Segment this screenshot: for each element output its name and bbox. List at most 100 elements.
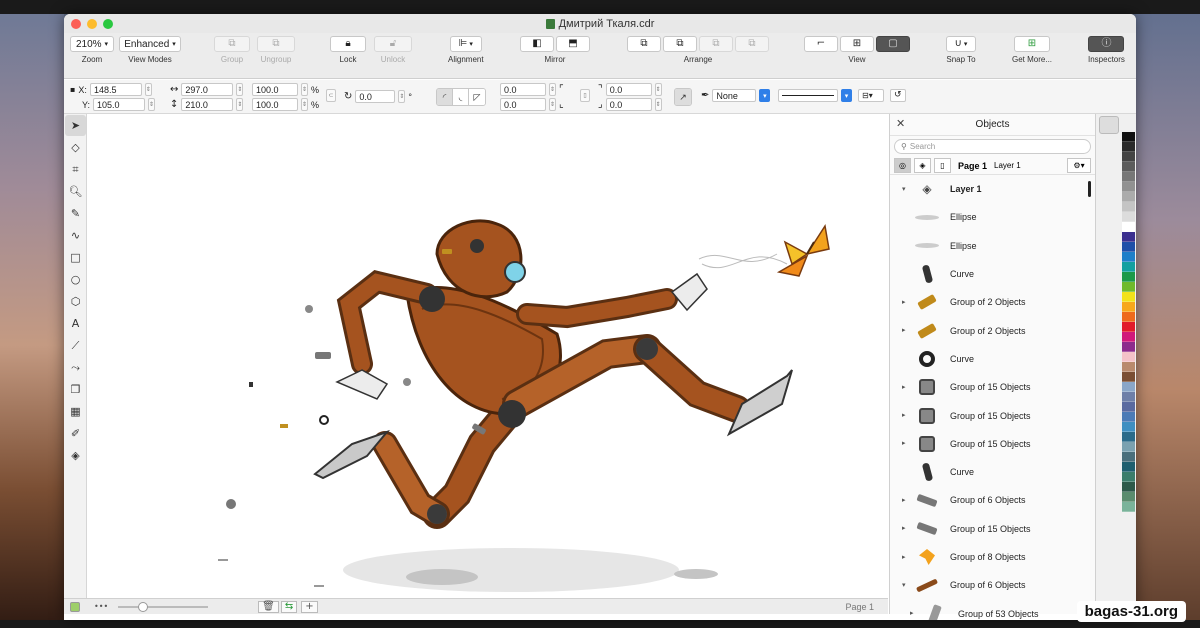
object-row[interactable]: Curve (890, 458, 1095, 486)
object-row[interactable]: Ellipse (890, 232, 1095, 260)
object-row[interactable]: ▸ Group of 15 Objects (890, 515, 1095, 543)
color-swatch[interactable] (1122, 502, 1135, 512)
color-swatch[interactable] (1122, 272, 1135, 282)
add-page-icon[interactable]: + (301, 600, 318, 613)
layer-manager-icon[interactable]: ◈ (914, 158, 931, 173)
object-row[interactable]: ▸ Group of 8 Objects (890, 543, 1095, 571)
color-swatch[interactable] (1122, 292, 1135, 302)
color-swatch[interactable] (1122, 482, 1135, 492)
chamfer-corner-button[interactable]: ◸ (469, 89, 485, 105)
color-swatch[interactable] (1122, 192, 1135, 202)
color-swatch[interactable] (1122, 172, 1135, 182)
width-field[interactable]: 297.0 (181, 83, 234, 96)
corner2-field[interactable]: 0.0 (500, 98, 546, 111)
eyedropper-tool-icon[interactable]: ✐ (65, 423, 86, 444)
palette-layers-button[interactable] (1099, 116, 1119, 134)
disclosure-triangle-icon[interactable]: ▸ (902, 525, 912, 532)
disclosure-triangle-icon[interactable]: ▸ (902, 412, 912, 419)
color-swatch[interactable] (1122, 352, 1135, 362)
lock-ratio-button[interactable]: ⊂ (326, 89, 336, 102)
mirror-vertical-button[interactable]: ⬒ (556, 36, 590, 52)
convert-to-curves-button[interactable]: ↺ (890, 89, 906, 102)
object-row[interactable]: ▾ Group of 6 Objects (890, 571, 1095, 599)
page-icon[interactable]: ▯ (934, 158, 951, 173)
freehand-tool-icon[interactable]: ✎ (65, 203, 86, 224)
color-swatch[interactable] (1122, 222, 1135, 232)
y-field[interactable]: 105.0 (93, 98, 146, 111)
mirror-horizontal-button[interactable]: ◧ (520, 36, 554, 52)
more-icon[interactable]: ••• (94, 602, 108, 611)
color-swatch[interactable] (1122, 252, 1135, 262)
artistic-media-tool-icon[interactable]: ∿ (65, 225, 86, 246)
view-grid-button[interactable]: ⊞ (840, 36, 874, 52)
bring-forward-button[interactable]: ⧉ (663, 36, 697, 52)
scale-w-stepper[interactable]: ⇕ (301, 83, 308, 96)
disclosure-triangle-icon[interactable]: ▸ (902, 496, 912, 504)
color-swatch[interactable] (1122, 242, 1135, 252)
outline-width-dropdown[interactable]: ▾ (759, 89, 771, 102)
corner3-stepper[interactable]: ⇕ (654, 83, 662, 96)
color-swatch[interactable] (1122, 162, 1135, 172)
inspectors-button[interactable]: ⓘ (1088, 36, 1125, 52)
polygon-tool-icon[interactable]: ⬡ (65, 291, 86, 312)
object-row[interactable]: ▸ Group of 15 Objects (890, 373, 1095, 401)
page-tab[interactable]: Page 1 (845, 602, 874, 612)
get-more-button[interactable]: ⊞ (1014, 36, 1050, 52)
color-swatch[interactable] (1122, 362, 1135, 372)
drop-shadow-tool-icon[interactable]: ❐ (65, 379, 86, 400)
transparency-tool-icon[interactable]: ▦ (65, 401, 86, 422)
object-row[interactable]: Curve (890, 260, 1095, 288)
line-style-dropdown[interactable]: ▾ (841, 89, 852, 102)
object-row[interactable]: Ellipse (890, 203, 1095, 231)
color-swatch[interactable] (1122, 312, 1135, 322)
color-swatch[interactable] (1122, 232, 1135, 242)
corner4-field[interactable]: 0.0 (605, 98, 652, 111)
delete-page-icon[interactable]: 🗑︎ (258, 600, 279, 613)
ungroup-button[interactable]: ⧉ (257, 36, 295, 52)
object-row[interactable]: ▸ Group of 2 Objects (890, 316, 1095, 344)
color-swatch[interactable] (1122, 372, 1135, 382)
zoom-window-button[interactable] (103, 19, 113, 29)
color-swatch[interactable] (1122, 382, 1135, 392)
disclosure-triangle-icon[interactable]: ▸ (902, 298, 912, 306)
scalloped-corner-button[interactable]: ◟ (453, 89, 469, 105)
color-swatch[interactable] (1122, 302, 1135, 312)
object-row[interactable]: ▸ Group of 15 Objects (890, 401, 1095, 429)
color-swatch[interactable] (1122, 142, 1135, 152)
color-swatch[interactable] (1122, 202, 1135, 212)
unlock-button[interactable]: 🔓︎ (374, 36, 412, 52)
objects-scrollbar[interactable] (1088, 181, 1091, 197)
connector-tool-icon[interactable]: ⤳ (65, 357, 86, 378)
page-swap-icon[interactable]: ⇆ (280, 600, 298, 613)
crop-tool-icon[interactable]: ⌗ (65, 159, 86, 180)
drawing-canvas[interactable] (87, 114, 888, 614)
layer-row[interactable]: ▾ ◈ Layer 1 (890, 175, 1095, 203)
close-window-button[interactable] (71, 19, 81, 29)
text-tool-icon[interactable]: A (65, 313, 86, 334)
shape-tool-icon[interactable]: ◇ (65, 137, 86, 158)
y-stepper[interactable]: ⇕ (148, 98, 156, 111)
pick-tool-icon[interactable]: ➤ (65, 115, 86, 136)
color-swatch[interactable] (1122, 392, 1135, 402)
zoom-tool-icon[interactable]: 🔍︎ (65, 181, 86, 202)
color-swatch[interactable] (1122, 402, 1135, 412)
x-stepper[interactable]: ⇕ (144, 83, 152, 96)
color-swatch[interactable] (1122, 492, 1135, 502)
object-row[interactable]: Curve (890, 345, 1095, 373)
color-swatch[interactable] (1122, 332, 1135, 342)
corner1-field[interactable]: 0.0 (500, 83, 546, 96)
disclosure-triangle-icon[interactable]: ▾ (902, 581, 912, 589)
zoom-select[interactable]: 210% ▾ (70, 36, 114, 52)
disclosure-triangle-icon[interactable]: ▾ (902, 185, 912, 193)
color-swatch[interactable] (1122, 322, 1135, 332)
view-modes-select[interactable]: Enhanced ▾ (119, 36, 181, 52)
color-swatch[interactable] (1122, 262, 1135, 272)
group-button[interactable]: ⧉ (214, 36, 250, 52)
objects-search-input[interactable]: ⚲ Search (894, 139, 1091, 154)
relative-scaling-button[interactable]: ↗ (675, 89, 691, 105)
lock-button[interactable]: 🔒︎ (330, 36, 366, 52)
send-backward-button[interactable]: ⧉ (699, 36, 733, 52)
angle-stepper[interactable]: ⇕ (398, 90, 406, 103)
corner3-field[interactable]: 0.0 (605, 83, 652, 96)
color-swatch[interactable] (1122, 462, 1135, 472)
